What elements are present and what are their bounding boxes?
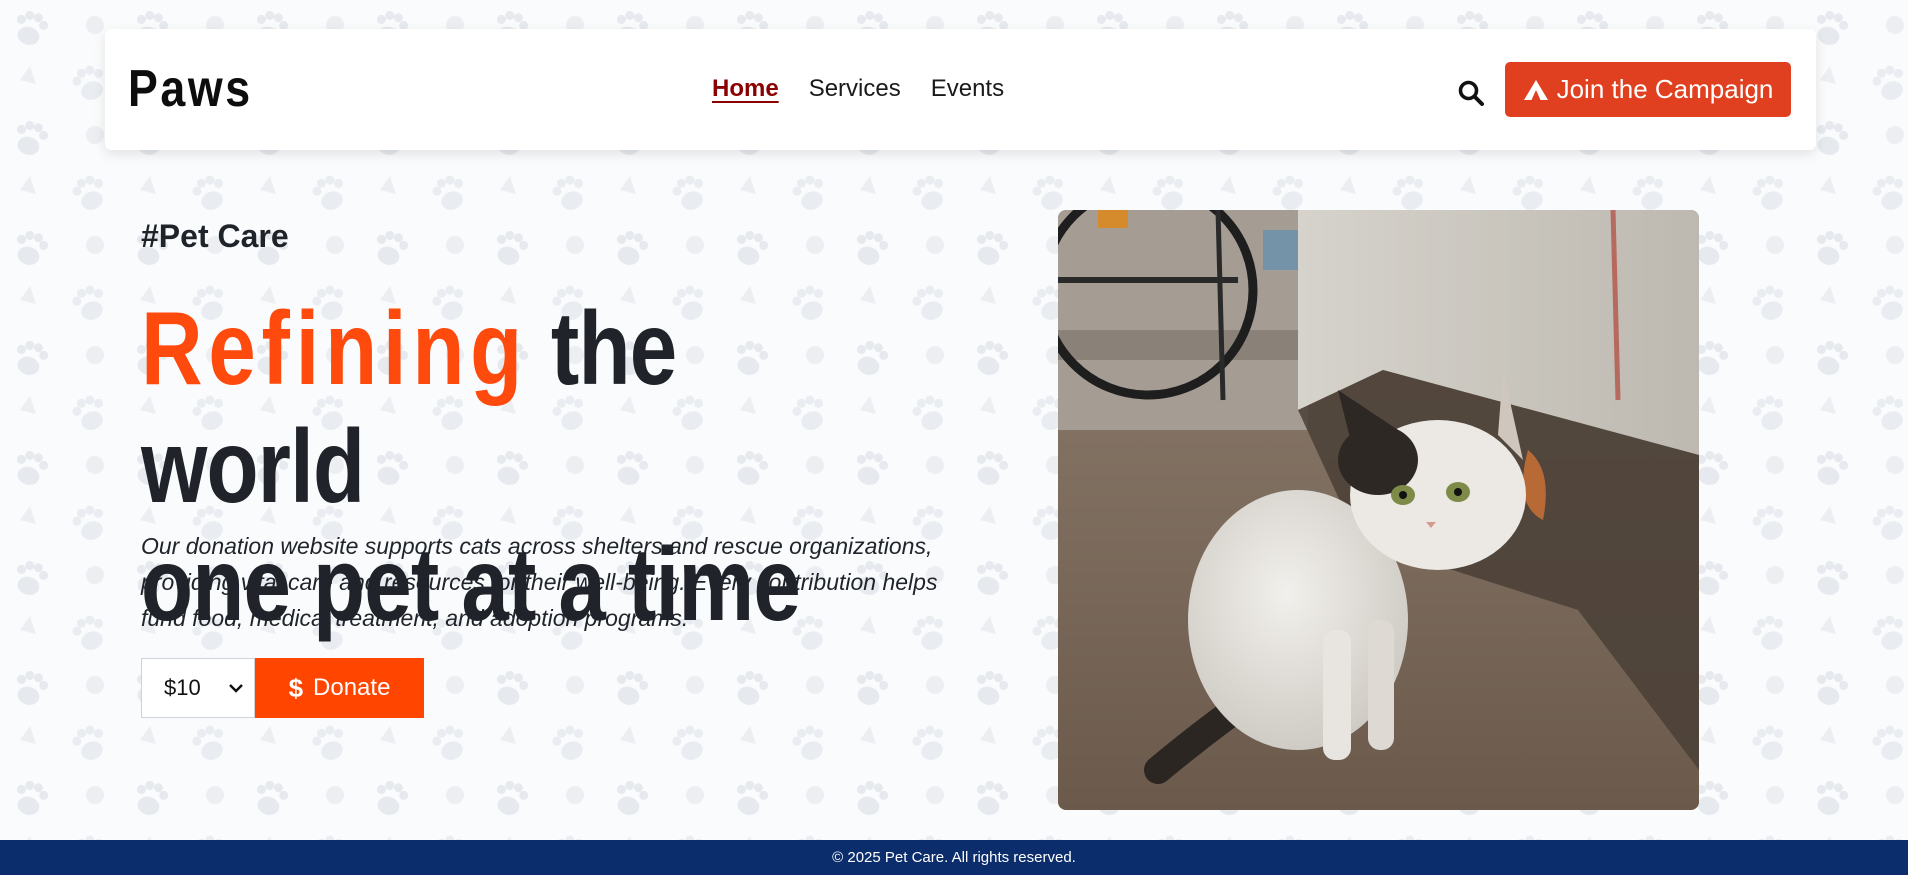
campground-icon [1523,79,1548,100]
join-campaign-label: Join the Campaign [1556,74,1774,104]
page: Paws Home Services Events Join the Campa… [0,0,1908,875]
dollar-icon: $ [288,672,304,703]
donate-button[interactable]: $ Donate [255,658,424,718]
hero-image [1058,210,1699,810]
nav-services[interactable]: Services [809,75,901,103]
headline-accent: Refining [141,291,529,407]
chevron-down-icon [229,684,243,693]
site-footer: © 2025 Pet Care. All rights reserved. [0,840,1908,875]
donation-form: $10 $ Donate [141,658,424,718]
search-icon [1458,80,1484,106]
main-nav: Home Services Events [712,75,1034,103]
copyright-text: © 2025 Pet Care. All rights reserved. [832,849,1076,866]
logo[interactable]: Paws [128,59,253,119]
hero-description: Our donation website supports cats acros… [141,533,938,631]
hero-tag: #Pet Care [141,218,289,254]
amount-value: $10 [164,675,201,700]
nav-events[interactable]: Events [931,75,1004,103]
nav-home[interactable]: Home [712,75,779,103]
site-header: Paws Home Services Events Join the Campa… [105,29,1816,150]
donate-label: Donate [313,674,391,701]
amount-select[interactable]: $10 [141,658,255,718]
search-button[interactable] [1453,75,1489,111]
kitten-photo [1058,210,1699,810]
join-campaign-button[interactable]: Join the Campaign [1505,62,1791,117]
